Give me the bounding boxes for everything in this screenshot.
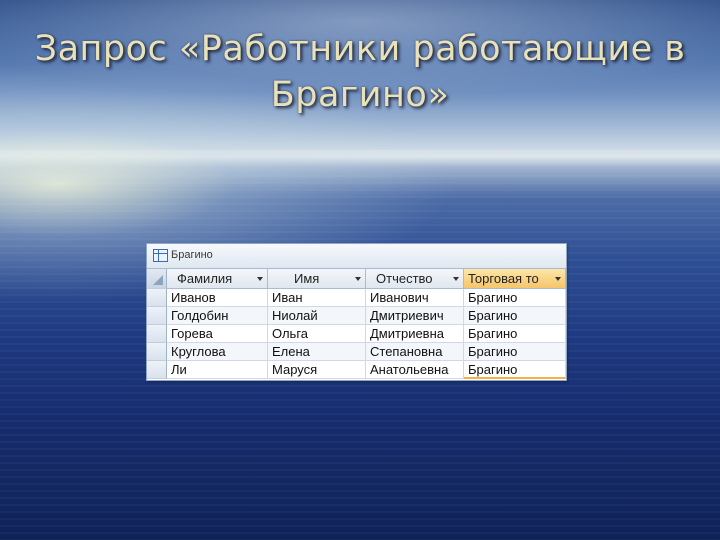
cell-patronymic[interactable]: Анатольевна	[366, 361, 464, 379]
cell-store[interactable]: Брагино	[464, 289, 566, 307]
cell-store[interactable]: Брагино	[464, 361, 566, 379]
document-tab-label: Брагино	[171, 249, 213, 261]
column-header-store[interactable]: Торговая то	[464, 269, 566, 289]
cell-surname[interactable]: Круглова	[167, 343, 268, 361]
cell-surname[interactable]: Горева	[167, 325, 268, 343]
table-row[interactable]: Голдобин Ниолай Дмитриевич Брагино	[147, 307, 566, 325]
dropdown-arrow-icon[interactable]	[257, 277, 263, 281]
cell-store[interactable]: Брагино	[464, 307, 566, 325]
cell-patronymic[interactable]: Дмитриевна	[366, 325, 464, 343]
dropdown-arrow-icon[interactable]	[453, 277, 459, 281]
table-row[interactable]: Круглова Елена Степановна Брагино	[147, 343, 566, 361]
row-selector[interactable]	[147, 325, 167, 343]
cell-name[interactable]: Ниолай	[268, 307, 366, 325]
cell-patronymic[interactable]: Дмитриевич	[366, 307, 464, 325]
query-table-icon	[153, 249, 168, 262]
cell-patronymic[interactable]: Иванович	[366, 289, 464, 307]
row-selector[interactable]	[147, 343, 167, 361]
row-selector[interactable]	[147, 361, 167, 379]
cell-store[interactable]: Брагино	[464, 325, 566, 343]
dropdown-arrow-icon[interactable]	[555, 277, 561, 281]
table-row[interactable]: Горева Ольга Дмитриевна Брагино	[147, 325, 566, 343]
datasheet-grid: Фамилия Имя Отчество Торговая то Иванов …	[147, 269, 566, 379]
select-all-button[interactable]	[147, 269, 167, 289]
row-selector[interactable]	[147, 307, 167, 325]
row-selector[interactable]	[147, 289, 167, 307]
cell-patronymic[interactable]: Степановна	[366, 343, 464, 361]
document-tab[interactable]: Брагино	[147, 244, 566, 269]
cell-surname[interactable]: Иванов	[167, 289, 268, 307]
header-row: Фамилия Имя Отчество Торговая то	[147, 269, 566, 289]
table-row[interactable]: Ли Маруся Анатольевна Брагино	[147, 361, 566, 379]
cell-surname[interactable]: Ли	[167, 361, 268, 379]
cell-name[interactable]: Елена	[268, 343, 366, 361]
datasheet-window[interactable]: Брагино Фамилия Имя Отчество Торговая то	[146, 243, 567, 381]
cell-store[interactable]: Брагино	[464, 343, 566, 361]
cell-surname[interactable]: Голдобин	[167, 307, 268, 325]
dropdown-arrow-icon[interactable]	[355, 277, 361, 281]
cell-name[interactable]: Иван	[268, 289, 366, 307]
column-header-name[interactable]: Имя	[268, 269, 366, 289]
cell-name[interactable]: Маруся	[268, 361, 366, 379]
column-header-surname[interactable]: Фамилия	[167, 269, 268, 289]
column-header-patronymic[interactable]: Отчество	[366, 269, 464, 289]
cell-name[interactable]: Ольга	[268, 325, 366, 343]
slide-title: Запрос «Работники работающие в Брагино»	[34, 29, 686, 115]
table-row[interactable]: Иванов Иван Иванович Брагино	[147, 289, 566, 307]
